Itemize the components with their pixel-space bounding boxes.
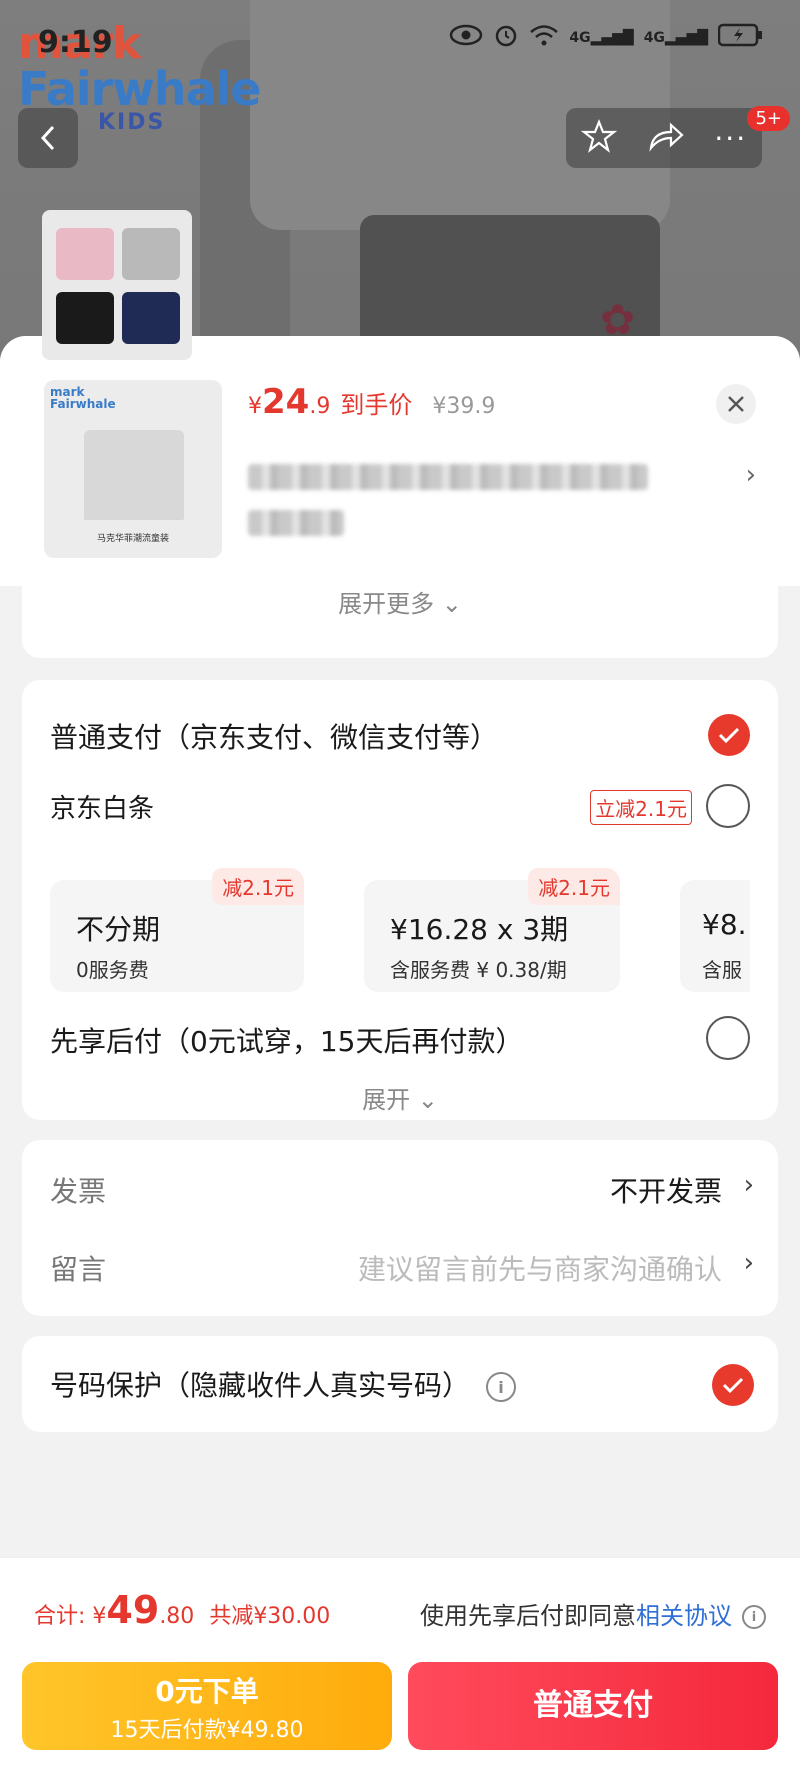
baitiao-discount-tag: 立减2.1元: [590, 790, 692, 825]
battery-icon: [717, 23, 764, 53]
agreement-link[interactable]: 相关协议: [636, 1602, 732, 1630]
close-icon: [728, 396, 744, 412]
alarm-icon: [493, 22, 519, 54]
more-icon[interactable]: ···: [714, 122, 747, 155]
chevron-right-icon[interactable]: ›: [746, 460, 756, 490]
price-block: ¥24.9 到手价 ¥39.9: [248, 382, 496, 422]
chevron-left-icon: [40, 125, 55, 151]
normal-pay-button[interactable]: 普通支付: [408, 1662, 778, 1750]
thumb-pink: [56, 228, 114, 280]
info-icon[interactable]: i: [742, 1605, 766, 1629]
product-title-blurred[interactable]: [248, 456, 708, 548]
number-protection-label: 号码保护（隐藏收件人真实号码） i: [50, 1364, 517, 1404]
bnpl-radio[interactable]: [706, 1016, 750, 1060]
baitiao-radio[interactable]: [706, 784, 750, 828]
original-price: ¥39.9: [432, 394, 496, 419]
payment-card: 普通支付（京东支付、微信支付等） 京东白条 立减2.1元 不分期 0服务费 减2…: [22, 680, 778, 1120]
star-icon[interactable]: [580, 118, 618, 158]
chevron-down-icon: ⌄: [441, 590, 462, 618]
signal-4g-icon-2: 4G▂▄▆█: [643, 30, 708, 46]
eye-icon: [449, 24, 483, 52]
normal-pay-check-icon[interactable]: [708, 714, 750, 756]
total-discount: 共减¥30.00: [209, 1604, 331, 1629]
mini-brand-logo: mark Fairwhale: [50, 385, 116, 411]
normal-pay-option[interactable]: 普通支付（京东支付、微信支付等）: [50, 716, 498, 756]
chevron-right-icon[interactable]: ›: [744, 1248, 754, 1278]
installment-option-2[interactable]: ¥8. 含服: [680, 880, 750, 992]
status-time: 9:19: [38, 25, 113, 60]
invoice-card: 发票 不开发票 › 留言 建议留言前先与商家沟通确认 ›: [22, 1140, 778, 1316]
zero-order-button[interactable]: 0元下单 15天后付款¥49.80: [22, 1662, 392, 1750]
price-label: 到手价: [340, 391, 413, 419]
chevron-right-icon[interactable]: ›: [744, 1170, 754, 1200]
expand-button[interactable]: 展开 ⌄: [22, 1080, 778, 1115]
product-summary: mark Fairwhale 马克华菲潮流童装 ¥24.9 到手价 ¥39.9 ›: [0, 336, 800, 586]
installment-discount: 减2.1元: [528, 868, 620, 905]
share-icon[interactable]: [647, 120, 685, 156]
bnpl-option[interactable]: 先享后付（0元试穿，15天后再付款）: [50, 1020, 523, 1060]
message-input[interactable]: 建议留言前先与商家沟通确认: [358, 1248, 722, 1288]
top-actions: ···: [566, 108, 762, 168]
privacy-card: 号码保护（隐藏收件人真实号码） i: [22, 1336, 778, 1432]
product-image-caption: 马克华菲潮流童装: [96, 534, 169, 544]
thumb-navy: [122, 292, 180, 344]
agreement-text: 使用先享后付即同意相关协议 i: [420, 1596, 766, 1631]
baitiao-option[interactable]: 京东白条: [50, 788, 154, 825]
invoice-value[interactable]: 不开发票: [610, 1170, 722, 1210]
message-label: 留言: [50, 1253, 107, 1286]
notification-badge: 5+: [747, 106, 790, 131]
installment-discount: 减2.1元: [212, 868, 304, 905]
chevron-down-icon: ⌄: [417, 1086, 438, 1114]
info-icon[interactable]: i: [486, 1372, 517, 1402]
wifi-icon: [529, 23, 559, 53]
close-button[interactable]: [716, 384, 756, 424]
thumb-grey: [122, 228, 180, 280]
installment-option-0[interactable]: 不分期 0服务费 减2.1元: [50, 868, 304, 992]
status-bar: 4G▂▄▆█ 4G▂▄▆█: [449, 22, 764, 54]
product-image: mark Fairwhale 马克华菲潮流童装: [44, 380, 222, 558]
signal-4g-icon: 4G▂▄▆█: [569, 30, 634, 46]
price-int: 24: [262, 382, 310, 422]
installment-option-1[interactable]: ¥16.28 x 3期 含服务费 ¥ 0.38/期 减2.1元: [364, 868, 620, 992]
thumb-black: [56, 292, 114, 344]
privacy-check-icon[interactable]: [712, 1364, 754, 1406]
back-button[interactable]: [18, 108, 78, 168]
color-thumbnails: [42, 210, 192, 360]
checkout-bar: 合计: ¥49.80 共减¥30.00 使用先享后付即同意相关协议 i 0元下单 …: [0, 1557, 800, 1778]
expand-more-button[interactable]: 展开更多 ⌄: [22, 586, 778, 658]
shorts-shape: [84, 430, 184, 520]
invoice-label: 发票: [50, 1175, 107, 1208]
order-total: 合计: ¥49.80 共减¥30.00: [34, 1588, 331, 1632]
